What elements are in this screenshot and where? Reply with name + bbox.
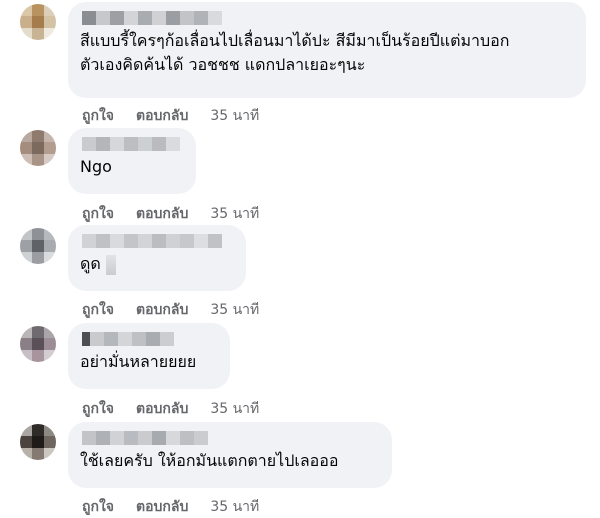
comment-bubble: Ngo	[68, 128, 196, 194]
timestamp[interactable]: 35 นาที	[210, 299, 259, 321]
comment-text: ดูด	[80, 252, 234, 276]
comment-text: สีแบบรี้ใครๆก้อเลื่อนไปเลื่อนมาได้ปะ สีม…	[80, 31, 510, 74]
comment-bubble: ใช้เลยครับ ให้อกมันแตกตายไปเลอออ	[68, 422, 392, 488]
reply-button[interactable]: ตอบกลับ	[136, 398, 188, 420]
like-button[interactable]: ถูกใจ	[82, 105, 114, 127]
reply-button[interactable]: ตอบกลับ	[136, 105, 188, 127]
reply-button[interactable]: ตอบกลับ	[136, 496, 188, 518]
comment-text: ใช้เลยครับ ให้อกมันแตกตายไปเลอออ	[80, 451, 339, 470]
avatar[interactable]	[20, 4, 56, 40]
avatar[interactable]	[20, 228, 56, 264]
like-button[interactable]: ถูกใจ	[82, 398, 114, 420]
comment-bubble: อย่ามั่นหลายยยย	[68, 323, 230, 389]
avatar[interactable]	[20, 326, 56, 362]
timestamp[interactable]: 35 นาที	[210, 105, 259, 127]
author-name-redacted[interactable]	[82, 234, 234, 248]
comment-text: Ngo	[80, 157, 112, 176]
comment-text-content: ดูด	[80, 254, 101, 273]
reply-button[interactable]: ตอบกลับ	[136, 299, 188, 321]
reply-button[interactable]: ตอบกลับ	[136, 203, 188, 225]
avatar[interactable]	[20, 424, 56, 460]
timestamp[interactable]: 35 นาที	[210, 496, 259, 518]
like-button[interactable]: ถูกใจ	[82, 203, 114, 225]
avatar[interactable]	[20, 130, 56, 166]
author-name-redacted[interactable]	[82, 332, 218, 346]
timestamp[interactable]: 35 นาที	[210, 203, 259, 225]
like-button[interactable]: ถูกใจ	[82, 496, 114, 518]
comment-bubble: ดูด	[68, 225, 246, 291]
timestamp[interactable]: 35 นาที	[210, 398, 259, 420]
like-button[interactable]: ถูกใจ	[82, 299, 114, 321]
author-name-redacted[interactable]	[82, 431, 380, 445]
comment-bubble: สีแบบรี้ใครๆก้อเลื่อนไปเลื่อนมาได้ปะ สีม…	[68, 2, 586, 98]
redacted-emoji	[105, 254, 116, 275]
author-name-redacted[interactable]	[82, 137, 184, 151]
author-name-redacted[interactable]	[82, 11, 574, 25]
comment-text: อย่ามั่นหลายยยย	[80, 352, 197, 371]
